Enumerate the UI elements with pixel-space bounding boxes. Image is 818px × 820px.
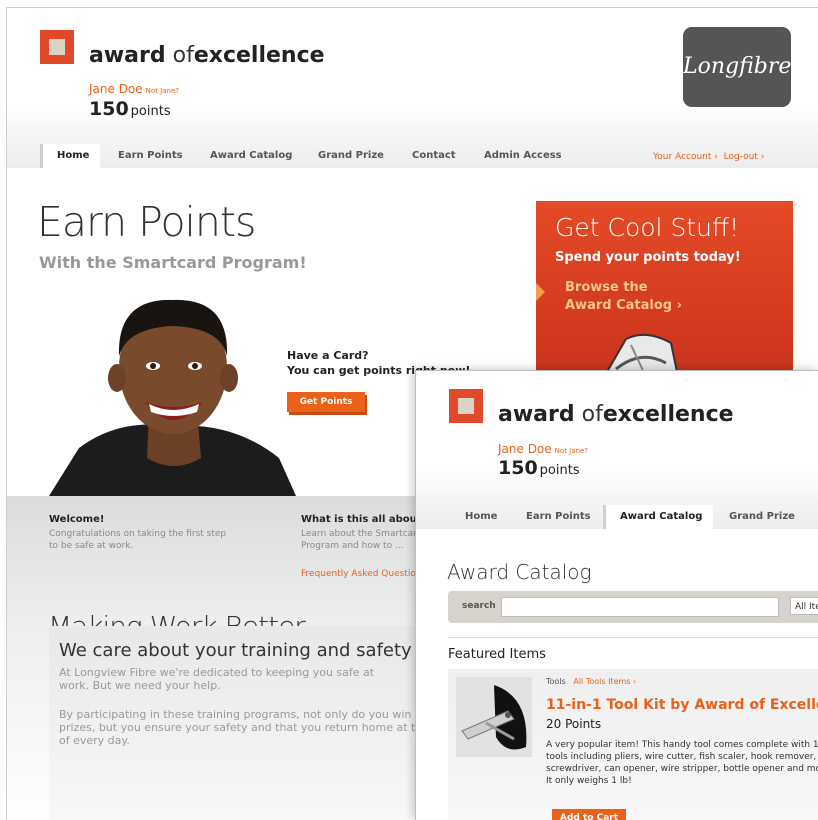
promo-arrow-icon bbox=[536, 283, 545, 301]
partner-logo-text: Longfibre bbox=[683, 54, 792, 79]
care-p1-line1: At Longview Fibre we're dedicated to kee… bbox=[59, 666, 375, 679]
tab-contact[interactable]: Contact bbox=[412, 144, 456, 168]
account-links: Your Account › Log-out › bbox=[653, 152, 764, 162]
care-title: We care about your training and safety bbox=[59, 640, 412, 661]
search-label: search bbox=[462, 601, 496, 611]
not-user-link[interactable]: Not Jane? bbox=[146, 87, 179, 95]
care-paragraph-2: By participating in these training progr… bbox=[59, 708, 453, 747]
user-name: Jane Doe bbox=[89, 82, 143, 96]
brand-name[interactable]: award ofexcellence bbox=[89, 43, 325, 68]
award-logo-icon[interactable] bbox=[40, 30, 78, 68]
item-desc-line4: It only weighs 1 lb! bbox=[546, 776, 632, 786]
care-p1-line2: work. But we need your help. bbox=[59, 679, 221, 692]
about-title: What is this all about? bbox=[301, 514, 428, 525]
not-user-link[interactable]: Not Jane? bbox=[555, 447, 588, 455]
about-line2: Program and how to ... bbox=[301, 541, 404, 551]
tab-award-catalog[interactable]: Award Catalog bbox=[603, 505, 713, 529]
add-to-cart-button[interactable]: Add to Cart bbox=[552, 809, 626, 820]
category-select[interactable]: All Items bbox=[790, 597, 818, 615]
tab-earn-points[interactable]: Earn Points bbox=[118, 144, 183, 168]
brand-excellence: excellence bbox=[602, 402, 734, 427]
item-description: A very popular item! This handy tool com… bbox=[546, 739, 818, 787]
promo-title: Get Cool Stuff! bbox=[555, 213, 740, 242]
tab-home[interactable]: Home bbox=[40, 144, 100, 168]
item-category-line: Tools All Tools Items › bbox=[546, 677, 636, 686]
promo-panel[interactable]: Get Cool Stuff! Spend your points today!… bbox=[536, 201, 793, 391]
care-p2-line1: By participating in these training progr… bbox=[59, 708, 412, 721]
brand-excellence: excellence bbox=[193, 43, 325, 68]
item-points: 20 Points bbox=[546, 717, 602, 731]
browse-catalog-line1: Browse the bbox=[565, 280, 648, 295]
brand-award: award bbox=[89, 43, 166, 68]
welcome-title: Welcome! bbox=[49, 514, 105, 525]
brand-name[interactable]: award ofexcellence bbox=[498, 402, 734, 427]
points-value: 150 bbox=[498, 457, 538, 479]
item-desc-line2: tools including pliers, wire cutter, fis… bbox=[546, 752, 817, 762]
smiling-woman-photo bbox=[49, 298, 296, 496]
have-card-line1: Have a Card? bbox=[287, 349, 369, 362]
care-p2-line2: prizes, but you ensure your safety and t… bbox=[59, 721, 454, 734]
points-value: 150 bbox=[89, 98, 129, 120]
award-catalog-window: award ofexcellence Jane Doe Not Jane? 150… bbox=[415, 370, 818, 820]
item-desc-line1: A very popular item! This handy tool com… bbox=[546, 740, 818, 750]
search-input[interactable] bbox=[501, 597, 779, 617]
welcome-text: Congratulations on taking the first step… bbox=[49, 528, 226, 552]
welcome-line2: to be safe at work. bbox=[49, 541, 134, 551]
featured-title: Featured Items bbox=[448, 647, 546, 662]
tool-kit-thumbnail[interactable] bbox=[456, 677, 532, 757]
tab-home[interactable]: Home bbox=[465, 505, 497, 529]
featured-item-card: Tools All Tools Items › 11-in-1 Tool Kit… bbox=[448, 669, 818, 820]
page-subtitle: With the Smartcard Program! bbox=[39, 253, 307, 272]
tab-award-catalog[interactable]: Award Catalog bbox=[210, 144, 292, 168]
about-text: Learn about the Smartcard Program and ho… bbox=[301, 528, 422, 552]
user-greeting: Jane Doe Not Jane? bbox=[89, 82, 179, 96]
care-p2-line3: of every day. bbox=[59, 734, 130, 747]
user-greeting: Jane Doe Not Jane? bbox=[498, 442, 588, 456]
about-line1: Learn about the Smartcard bbox=[301, 529, 423, 539]
care-paragraph-1: At Longview Fibre we're dedicated to kee… bbox=[59, 666, 374, 692]
points-label: points bbox=[539, 463, 580, 478]
divider bbox=[448, 637, 818, 638]
longfibre-logo: Longfibre bbox=[683, 27, 791, 107]
points-label: points bbox=[130, 104, 171, 119]
award-logo-icon[interactable] bbox=[449, 389, 487, 427]
browse-catalog-line2: Award Catalog › bbox=[565, 298, 682, 313]
page-title: Earn Points bbox=[37, 198, 256, 246]
tab-admin-access[interactable]: Admin Access bbox=[484, 144, 562, 168]
item-desc-line3: screwdriver, can opener, wire stripper, … bbox=[546, 764, 818, 774]
logout-link[interactable]: Log-out › bbox=[724, 152, 765, 162]
page-title: Award Catalog bbox=[447, 560, 592, 584]
welcome-line1: Congratulations on taking the first step bbox=[49, 529, 227, 539]
tab-grand-prize[interactable]: Grand Prize bbox=[729, 505, 795, 529]
your-account-link[interactable]: Your Account › bbox=[653, 152, 718, 162]
browse-catalog-link[interactable]: Browse the Award Catalog › bbox=[565, 279, 682, 315]
item-name[interactable]: 11-in-1 Tool Kit by Award of Excellence bbox=[546, 697, 818, 713]
brand-of: of bbox=[172, 43, 194, 68]
item-category: Tools bbox=[546, 677, 566, 686]
search-bar: search All Items bbox=[448, 591, 818, 623]
brand-of: of bbox=[581, 402, 603, 427]
tab-earn-points[interactable]: Earn Points bbox=[526, 505, 591, 529]
points-balance: 150 points bbox=[89, 98, 171, 120]
care-panel: We care about your training and safety A… bbox=[49, 626, 453, 820]
brand-award: award bbox=[498, 402, 575, 427]
points-balance: 150 points bbox=[498, 457, 580, 479]
faq-link[interactable]: Frequently Asked Questions bbox=[301, 569, 426, 579]
promo-subtitle: Spend your points today! bbox=[555, 250, 741, 265]
tab-grand-prize[interactable]: Grand Prize bbox=[318, 144, 384, 168]
user-name: Jane Doe bbox=[498, 442, 552, 456]
get-points-button[interactable]: Get Points bbox=[287, 392, 365, 412]
main-nav: Home Earn Points Award Catalog Grand Pri… bbox=[451, 505, 818, 529]
all-tools-link[interactable]: All Tools Items › bbox=[573, 677, 636, 686]
